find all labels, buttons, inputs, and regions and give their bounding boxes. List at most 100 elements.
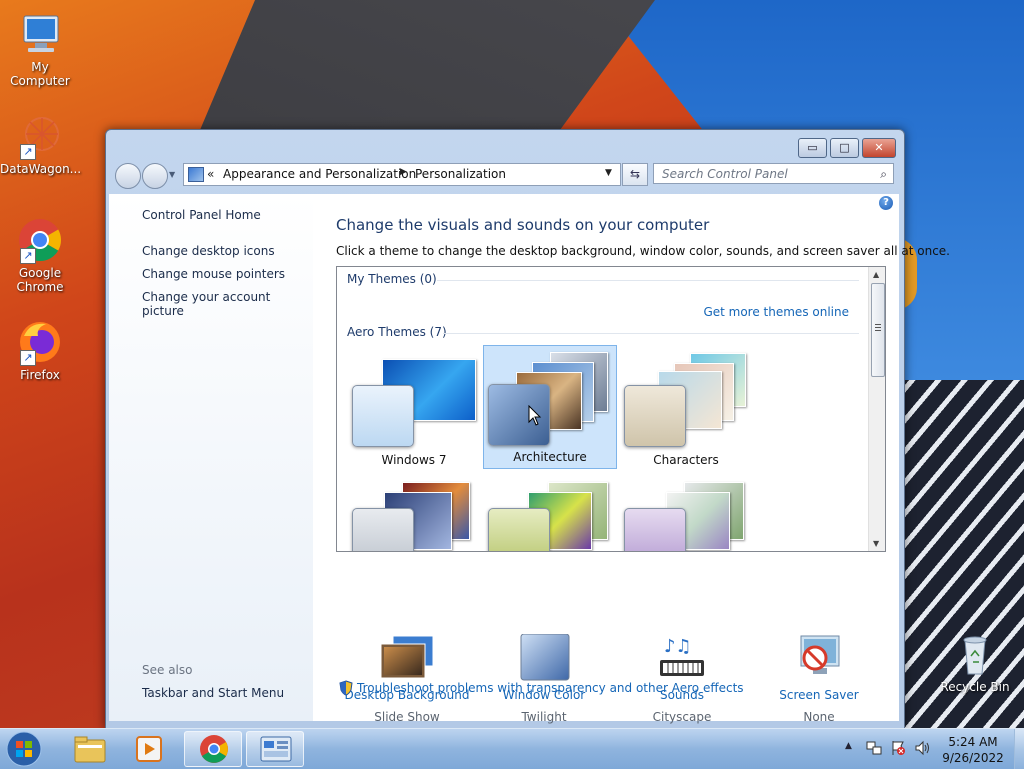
color-swatch	[624, 508, 686, 551]
theme-label: Characters	[653, 453, 719, 467]
theme-label: Architecture	[513, 450, 587, 464]
scroll-down-icon[interactable]: ▼	[873, 539, 879, 548]
desktop-background-setting[interactable]: Desktop Background Slide Show	[342, 634, 472, 724]
mouse-cursor-icon	[528, 404, 542, 427]
scroll-up-icon[interactable]: ▲	[873, 270, 879, 279]
change-mouse-pointers-link[interactable]: Change mouse pointers	[142, 267, 285, 281]
change-desktop-icons-link[interactable]: Change desktop icons	[142, 244, 275, 258]
desktop-icon-label: DataWagon...	[0, 162, 82, 176]
start-button[interactable]	[4, 730, 44, 768]
control-panel-icon	[188, 167, 204, 182]
action-center-icon[interactable]	[890, 740, 906, 756]
show-desktop-button[interactable]	[1014, 729, 1024, 769]
clock-time: 5:24 AM	[948, 735, 998, 749]
maximize-button[interactable]: □	[830, 138, 859, 158]
theme-gallery: My Themes (0) Get more themes online Aer…	[336, 266, 886, 552]
datawagon-icon: ↗	[16, 112, 64, 160]
taskbar-explorer[interactable]	[60, 731, 118, 767]
section-divider	[437, 280, 859, 281]
troubleshoot-link[interactable]: Troubleshoot problems with transparency …	[357, 681, 744, 695]
taskbar: ▲ 5:24 AM 9/26/2022	[0, 728, 1024, 769]
theme-architecture[interactable]: Architecture	[483, 345, 617, 469]
theme-row2-item3[interactable]	[619, 477, 753, 551]
recycle-bin-icon	[951, 630, 999, 678]
control-panel-icon	[260, 736, 292, 762]
computer-icon	[16, 10, 64, 58]
search-input[interactable]: Search Control Panel ⌕	[653, 163, 894, 184]
refresh-button[interactable]: ⇆	[622, 163, 648, 186]
desktop-icon-label: Google Chrome	[16, 266, 64, 294]
section-divider	[443, 333, 859, 334]
taskbar-control-panel[interactable]	[246, 731, 304, 767]
personalization-window: ▭ □ ✕ ▼ « Appearance and Personalization…	[105, 129, 950, 729]
desktop-icon-recycle-bin[interactable]: Recycle Bin	[935, 630, 1015, 694]
show-hidden-icons-button[interactable]: ▲	[845, 741, 852, 751]
breadcrumb-personalization[interactable]: Personalization	[415, 167, 506, 181]
chrome-icon	[200, 735, 228, 763]
help-icon[interactable]: ?	[879, 196, 893, 210]
shortcut-arrow-icon: ↗	[20, 350, 36, 366]
chrome-icon: ↗	[16, 216, 64, 264]
window-color-icon	[516, 633, 572, 682]
desktop-background-value: Slide Show	[374, 710, 440, 724]
system-clock[interactable]: 5:24 AM 9/26/2022	[940, 734, 1006, 766]
control-panel-home-link[interactable]: Control Panel Home	[142, 208, 261, 222]
desktop-background-icon	[379, 634, 435, 682]
media-player-icon	[136, 736, 162, 762]
taskbar-chrome[interactable]	[184, 731, 242, 767]
forward-button[interactable]	[142, 163, 168, 189]
color-swatch	[352, 385, 414, 447]
change-account-picture-link[interactable]: Change your account picture	[142, 290, 313, 318]
clock-date: 9/26/2022	[942, 751, 1004, 765]
desktop-icon-label: Firefox	[20, 368, 60, 382]
aero-themes-heading: Aero Themes (7)	[347, 325, 447, 339]
screen-saver-link[interactable]: Screen Saver	[754, 688, 884, 702]
breadcrumb-separator-icon[interactable]: ▶	[400, 167, 407, 177]
scroll-thumb[interactable]	[871, 283, 885, 377]
sounds-setting[interactable]: ♪♫ Sounds Cityscape	[617, 634, 747, 724]
address-overflow[interactable]: «	[207, 167, 214, 181]
shortcut-arrow-icon: ↗	[20, 144, 36, 160]
address-bar[interactable]: « Appearance and Personalization ▶ Perso…	[183, 163, 621, 186]
minimize-button[interactable]: ▭	[798, 138, 827, 158]
sounds-icon: ♪♫	[654, 634, 710, 682]
search-icon[interactable]: ⌕	[880, 164, 887, 185]
grip-icon	[875, 324, 881, 325]
desktop-icon-datawagon[interactable]: ↗ DataWagon...	[0, 112, 82, 176]
close-button[interactable]: ✕	[862, 138, 896, 158]
shortcut-arrow-icon: ↗	[20, 248, 36, 264]
get-more-themes-link[interactable]: Get more themes online	[703, 305, 849, 319]
back-button[interactable]	[115, 163, 141, 189]
see-also-heading: See also	[142, 663, 193, 677]
page-instruction: Click a theme to change the desktop back…	[336, 244, 950, 258]
navigation-bar: ▼ « Appearance and Personalization ▶ Per…	[106, 160, 904, 192]
desktop-icon-label: My Computer	[10, 60, 70, 88]
gallery-scrollbar[interactable]: ▲ ▼	[868, 267, 885, 551]
firefox-icon: ↗	[16, 318, 64, 366]
theme-characters[interactable]: Characters	[619, 348, 753, 472]
taskbar-start-menu-link[interactable]: Taskbar and Start Menu	[142, 686, 284, 700]
title-bar[interactable]: ▭ □ ✕	[106, 130, 904, 158]
color-swatch	[488, 508, 550, 551]
theme-row2-item1[interactable]	[347, 477, 481, 551]
recent-pages-icon[interactable]: ▼	[169, 170, 175, 179]
theme-row2-item2[interactable]	[483, 477, 617, 551]
content-area: Control Panel Home Change desktop icons …	[109, 194, 950, 724]
breadcrumb-appearance[interactable]: Appearance and Personalization	[223, 167, 416, 181]
address-dropdown-icon[interactable]: ▼	[605, 168, 612, 178]
sounds-value: Cityscape	[652, 710, 712, 724]
search-placeholder: Search Control Panel	[662, 167, 788, 181]
task-pane: Control Panel Home Change desktop icons …	[109, 194, 313, 721]
window-color-setting[interactable]: Window Color Twilight	[479, 633, 609, 724]
network-icon[interactable]	[866, 740, 882, 756]
volume-icon[interactable]	[914, 740, 930, 756]
desktop-icon-chrome[interactable]: ↗ Google Chrome	[0, 216, 80, 294]
color-swatch	[352, 508, 414, 551]
desktop-icon-firefox[interactable]: ↗ Firefox	[0, 318, 80, 382]
shield-icon	[338, 680, 354, 696]
theme-windows-7[interactable]: Windows 7	[347, 348, 481, 472]
desktop-icon-my-computer[interactable]: My Computer	[0, 10, 80, 88]
taskbar-media-player[interactable]	[121, 731, 179, 767]
screen-saver-setting[interactable]: Screen Saver None	[754, 634, 884, 724]
page-title: Change the visuals and sounds on your co…	[336, 216, 710, 234]
